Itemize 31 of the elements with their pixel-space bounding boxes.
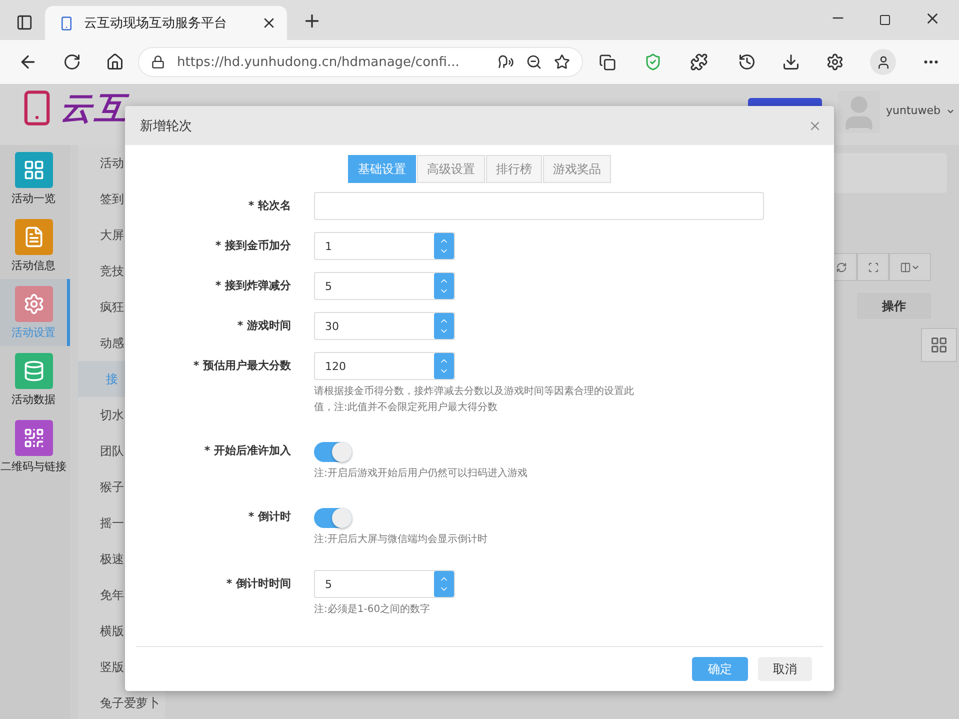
sidebar-item[interactable]: 活动一览 — [0, 145, 70, 212]
field-label: * 接到炸弹减分 — [214, 278, 291, 294]
field-label: * 预估用户最大分数 — [192, 358, 291, 374]
logo: 云互 — [60, 89, 128, 127]
field-label: * 开始后准许加入 — [203, 443, 291, 459]
field-label: * 倒计时 — [247, 509, 291, 525]
browser-tab[interactable]: 云互动现场互动服务平台 — [45, 6, 287, 40]
user-menu[interactable]: yuntuweb — [886, 104, 940, 117]
number-field[interactable]: 30 — [314, 312, 455, 340]
field-label: * 轮次名 — [247, 198, 291, 214]
field-note: 注:开启后游戏开始后用户仍然可以扫码进入游戏 — [314, 466, 528, 481]
number-field[interactable]: 5 — [314, 272, 455, 300]
tab[interactable]: 高级设置 — [417, 155, 485, 183]
cancel-button[interactable]: 取消 — [758, 657, 812, 681]
tab[interactable]: 排行榜 — [486, 155, 542, 183]
sidebar-item[interactable]: 活动数据 — [0, 346, 70, 413]
field-note: 请根据接金币得分数，接炸弹减去分数以及游戏时间等因素合理的设置此值，注:此值并不会限定死用户最大得分数 — [314, 384, 635, 415]
field-label: * 接到金币加分 — [214, 238, 291, 254]
sidebar-item[interactable]: 二维码与链接 — [0, 413, 70, 480]
number-field[interactable]: 1 — [314, 232, 455, 260]
sidebar-item[interactable]: 活动信息 — [0, 212, 70, 279]
number-field[interactable]: 5 — [314, 570, 455, 598]
dialog-title: 新增轮次 — [140, 118, 193, 134]
field-label: * 游戏时间 — [236, 318, 291, 334]
column-header: 操作 — [857, 293, 931, 319]
field-label: * 倒计时时间 — [225, 576, 291, 592]
address-bar[interactable]: https://hd.yunhudong.cn/hdmanage/confi... — [138, 47, 583, 77]
tab[interactable]: 游戏奖品 — [543, 155, 611, 183]
field-note: 注:开启后大屏与微信端均会显示倒计时 — [314, 532, 488, 547]
field-note: 注:必须是1-60之间的数字 — [314, 602, 432, 617]
number-field[interactable]: 120 — [314, 352, 455, 380]
